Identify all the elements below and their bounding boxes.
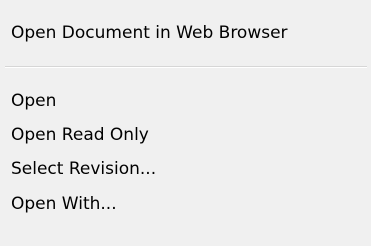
context-menu: Open Document in Web Browser Open Open R…: [0, 0, 371, 246]
open-menu-item[interactable]: Open: [0, 83, 371, 119]
menu-separator: [5, 66, 367, 68]
open-with-menu-item[interactable]: Open With...: [0, 186, 371, 222]
open-read-only-menu-item[interactable]: Open Read Only: [0, 117, 371, 153]
open-in-web-browser-menu-item[interactable]: Open Document in Web Browser: [0, 15, 371, 51]
select-revision-menu-item[interactable]: Select Revision...: [0, 151, 371, 187]
